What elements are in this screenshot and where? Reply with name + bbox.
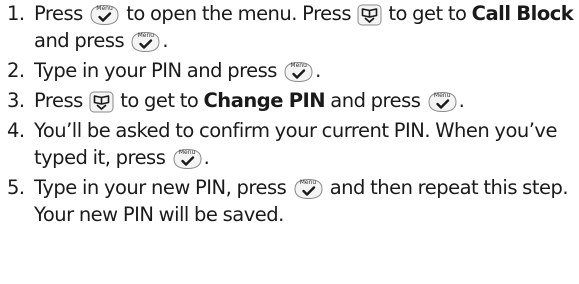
step-text-fragment: to open the menu. Press	[121, 2, 357, 25]
step-text: You’ll be asked to confirm your current …	[34, 117, 575, 171]
menu-key-label: Menu	[96, 5, 113, 12]
menu-key-label: Menu	[290, 62, 307, 69]
step-text-fragment: .	[315, 59, 321, 82]
step-text: Press to get to Change PIN and press Men…	[34, 87, 575, 114]
instruction-step: 1. Press Menu to open the menu. Press to …	[7, 0, 575, 54]
step-number: 3.	[7, 89, 25, 112]
menu-ok-key-icon: Menu	[89, 4, 120, 26]
menu-key-label: Menu	[299, 179, 317, 186]
step-number: 1.	[7, 2, 25, 25]
menu-key-label: Menu	[137, 32, 155, 39]
menu-key-label: Menu	[433, 92, 451, 99]
instruction-step: 3. Press to get to Change PIN and press M…	[7, 87, 575, 114]
instruction-step: 4. You’ll be asked to confirm your curren…	[7, 117, 575, 171]
instruction-step: 5. Type in your new PIN, press Menu and t…	[7, 174, 575, 228]
step-text-fragment: to get to	[115, 89, 204, 112]
phonebook-down-key-icon	[357, 4, 382, 26]
step-number: 2.	[7, 59, 25, 82]
step-text-fragment: .	[162, 29, 169, 52]
instruction-steps: 1. Press Menu to open the menu. Press to …	[7, 0, 575, 228]
step-number: 5.	[7, 176, 25, 199]
step-text: Type in your new PIN, press Menu and the…	[34, 174, 575, 228]
step-text-fragment: Type in your new PIN, press	[34, 176, 292, 199]
step-text-fragment: .	[203, 146, 210, 169]
menu-ok-key-icon: Menu	[283, 61, 314, 83]
step-text: Press Menu to open the menu. Press to ge…	[34, 0, 575, 54]
step-text-fragment: .	[458, 89, 465, 112]
step-text-fragment: and press	[34, 29, 130, 52]
step-number: 4.	[7, 119, 25, 142]
phonebook-down-key-icon	[89, 91, 114, 113]
step-text-fragment: to get to	[383, 2, 472, 25]
step-text: Type in your PIN and press Menu.	[34, 57, 575, 84]
menu-ok-key-icon: Menu	[427, 91, 458, 113]
step-text-fragment: and press	[325, 89, 426, 112]
step-text-fragment: Press	[34, 2, 89, 25]
step-text-fragment: Type in your PIN and press	[34, 59, 283, 82]
instruction-step: 2. Type in your PIN and press Menu.	[7, 57, 575, 84]
menu-option-name: Call Block	[471, 2, 574, 25]
step-text-fragment: Press	[34, 89, 89, 112]
menu-ok-key-icon: Menu	[172, 148, 203, 170]
menu-key-label: Menu	[178, 149, 196, 156]
step-text-fragment: You’ll be asked to confirm your current …	[34, 119, 557, 169]
menu-ok-key-icon: Menu	[130, 31, 161, 53]
menu-option-name: Change PIN	[203, 89, 326, 112]
menu-ok-key-icon: Menu	[293, 178, 324, 200]
